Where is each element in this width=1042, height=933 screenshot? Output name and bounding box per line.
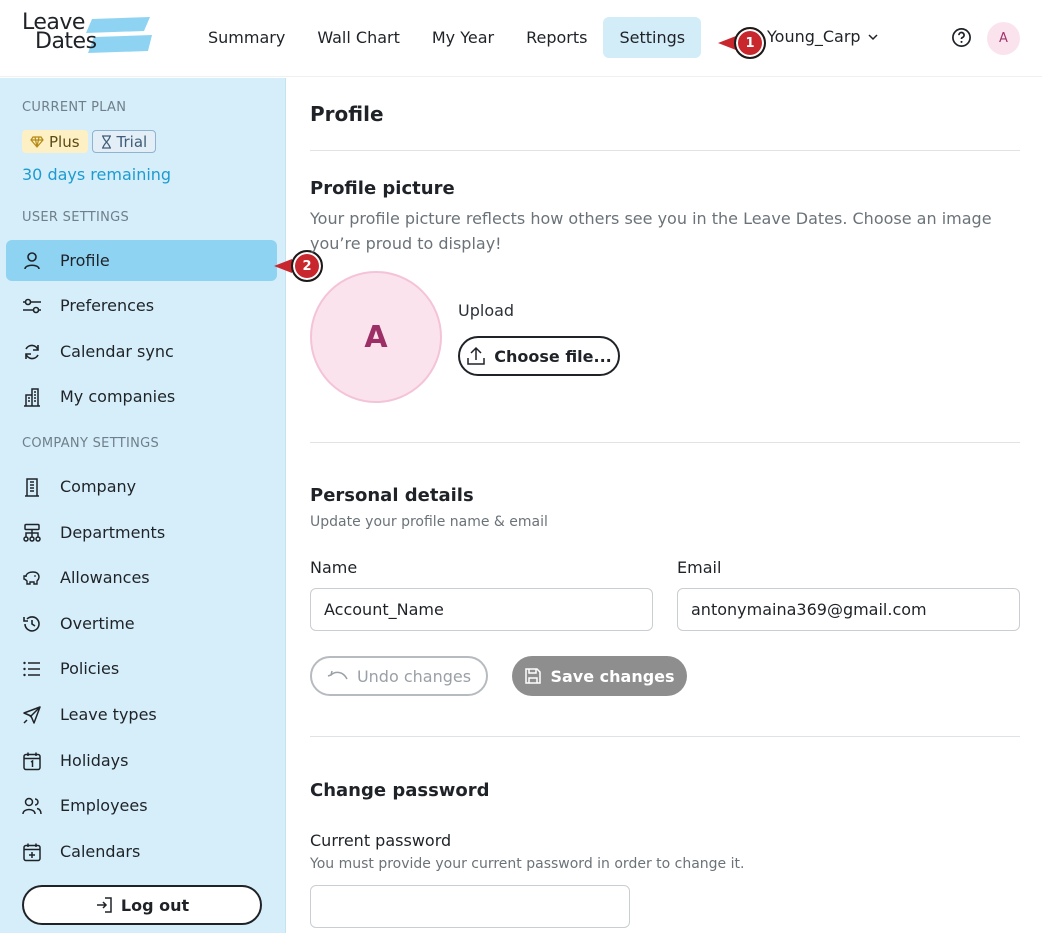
chevron-down-icon — [868, 33, 878, 40]
change-password-heading: Change password — [310, 780, 490, 801]
undo-changes-label: Undo changes — [356, 666, 472, 686]
choose-file-button[interactable]: Choose file... — [458, 336, 620, 376]
user-icon — [22, 251, 42, 271]
upload-label: Upload — [458, 301, 515, 320]
personal-details-description: Update your profile name & email — [310, 514, 548, 530]
undo-icon — [327, 670, 348, 680]
current-password-field[interactable] — [310, 885, 630, 928]
diamond-icon — [30, 135, 44, 148]
name-field[interactable]: Account_Name — [310, 588, 653, 631]
sidebar-item-overtime[interactable]: Overtime — [6, 603, 277, 644]
nav-reports[interactable]: Reports — [510, 17, 603, 58]
sidebar-item-allowances[interactable]: Allowances — [6, 557, 277, 598]
email-field[interactable]: antonymaina369@gmail.com — [677, 588, 1020, 631]
user-settings-heading: USER SETTINGS — [22, 210, 130, 225]
sidebar-item-label: Holidays — [60, 751, 129, 770]
sidebar-item-label: Employees — [60, 796, 148, 815]
sidebar-item-label: Overtime — [60, 614, 135, 633]
sidebar-item-label: Calendar sync — [60, 342, 174, 361]
logo-text: Leave Dates — [22, 12, 97, 53]
save-changes-button[interactable]: Save changes — [512, 656, 687, 696]
trial-badge: Trial — [91, 130, 157, 153]
settings-sidebar: CURRENT PLAN Plus Trial 30 days remainin… — [0, 78, 286, 933]
clock-history-icon — [22, 614, 42, 634]
upload-icon — [467, 346, 485, 365]
buildings-icon — [22, 387, 42, 407]
sidebar-item-label: Company — [60, 477, 137, 496]
sidebar-item-label: Departments — [60, 523, 166, 542]
divider — [310, 442, 1020, 443]
org-chart-icon — [22, 523, 42, 543]
sync-icon — [22, 342, 42, 362]
logout-label: Log out — [120, 895, 190, 915]
sidebar-item-calendars[interactable]: Calendars — [6, 831, 277, 872]
company-settings-heading: COMPANY SETTINGS — [22, 436, 160, 451]
plan-badge-label: Plus — [49, 132, 80, 151]
sidebar-item-preferences[interactable]: Preferences — [6, 285, 277, 326]
account-switcher[interactable]: Young_Carp — [767, 27, 879, 46]
sidebar-item-profile[interactable]: Profile — [6, 240, 277, 281]
profile-picture-heading: Profile picture — [310, 178, 455, 199]
sidebar-item-departments[interactable]: Departments — [6, 512, 277, 553]
calendar-one-icon — [22, 751, 42, 771]
user-avatar[interactable]: A — [987, 22, 1020, 55]
email-label: Email — [677, 558, 722, 577]
sidebar-item-policies[interactable]: Policies — [6, 648, 277, 689]
personal-details-heading: Personal details — [310, 485, 474, 506]
leave-dates-logo[interactable]: Leave Dates — [22, 12, 152, 57]
current-password-label: Current password — [310, 831, 452, 850]
page-title: Profile — [310, 102, 384, 126]
sidebar-item-label: Policies — [60, 659, 120, 678]
current-plan-heading: CURRENT PLAN — [22, 100, 127, 115]
main-nav: Summary Wall Chart My Year Reports Setti… — [192, 17, 702, 58]
list-icon — [22, 659, 42, 679]
users-icon — [22, 796, 42, 816]
sidebar-item-company[interactable]: Company — [6, 466, 277, 507]
divider — [310, 736, 1020, 737]
plan-badge: Plus — [22, 130, 88, 153]
sidebar-item-label: Allowances — [60, 568, 150, 587]
nav-wall-chart[interactable]: Wall Chart — [301, 17, 416, 58]
logout-button[interactable]: Log out — [22, 885, 262, 925]
account-name: Young_Carp — [767, 27, 861, 46]
save-changes-label: Save changes — [550, 666, 675, 686]
hourglass-icon — [101, 134, 111, 149]
sidebar-item-my-companies[interactable]: My companies — [6, 376, 277, 417]
current-password-description: You must provide your current password i… — [310, 856, 745, 872]
calendar-plus-icon — [22, 842, 42, 862]
sidebar-item-label: My companies — [60, 387, 176, 406]
sidebar-item-holidays[interactable]: Holidays — [6, 740, 277, 781]
top-bar: Leave Dates Summary Wall Chart My Year R… — [0, 0, 1042, 77]
sidebar-item-label: Leave types — [60, 705, 157, 724]
sidebar-item-leave-types[interactable]: Leave types — [6, 694, 277, 735]
divider — [310, 150, 1020, 151]
help-circle-icon[interactable] — [951, 27, 972, 48]
sidebar-item-label: Profile — [60, 251, 110, 270]
choose-file-label: Choose file... — [494, 346, 612, 366]
sliders-icon — [22, 296, 42, 316]
annotation-marker-1: 1 — [734, 27, 766, 59]
sidebar-item-employees[interactable]: Employees — [6, 785, 277, 826]
piggy-bank-icon — [22, 568, 42, 588]
sidebar-item-calendar-sync[interactable]: Calendar sync — [6, 331, 277, 372]
profile-avatar: A — [310, 271, 442, 403]
nav-settings[interactable]: Settings — [603, 17, 702, 58]
logout-icon — [96, 897, 112, 913]
undo-changes-button[interactable]: Undo changes — [310, 656, 488, 696]
building-icon — [22, 477, 42, 497]
sidebar-item-label: Preferences — [60, 296, 155, 315]
nav-summary[interactable]: Summary — [192, 17, 301, 58]
name-label: Name — [310, 558, 358, 577]
profile-picture-description: Your profile picture reflects how others… — [310, 209, 992, 253]
trial-badge-label: Trial — [116, 132, 148, 151]
annotation-arrow-2 — [274, 259, 292, 273]
nav-my-year[interactable]: My Year — [416, 17, 510, 58]
floppy-disk-icon — [525, 668, 542, 684]
sidebar-item-label: Calendars — [60, 842, 141, 861]
plane-icon — [22, 705, 42, 725]
days-remaining: 30 days remaining — [22, 165, 172, 184]
plan-badges: Plus Trial — [22, 130, 157, 153]
